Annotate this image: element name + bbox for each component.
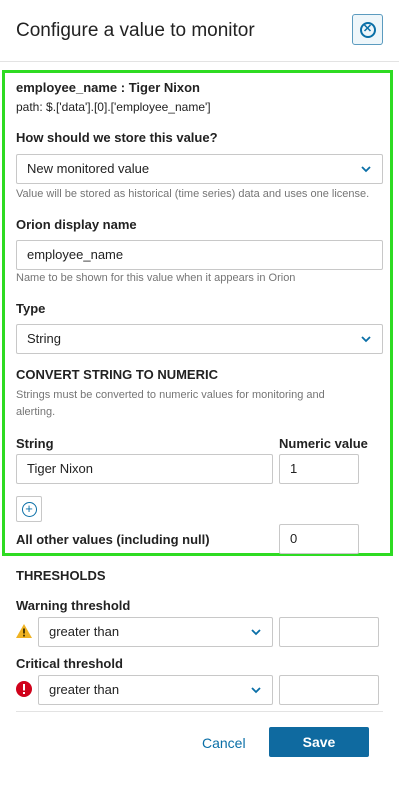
other-values-input[interactable]: 0 [279,524,359,554]
critical-icon [16,681,32,697]
warning-threshold-label: Warning threshold [16,598,131,613]
string-column-header: String [16,436,54,451]
type-label: Type [16,301,46,316]
storage-select-value: New monitored value [27,161,150,176]
warning-operator-value: greater than [49,624,120,639]
critical-operator-value: greater than [49,682,120,697]
close-icon: ✕ [359,21,376,38]
type-select-value: String [27,331,61,346]
header-divider [0,61,399,62]
storage-label: How should we store this value? [16,130,218,145]
property-path: path: $.['data'].[0].['employee_name'] [16,100,211,114]
storage-help: Value will be stored as historical (time… [16,188,370,200]
dialog-title: Configure a value to monitor [16,20,255,41]
warning-operator-select[interactable]: greater than [38,617,273,647]
display-name-label: Orion display name [16,217,137,232]
chevron-down-icon [251,629,261,636]
storage-select[interactable]: New monitored value [16,154,383,184]
add-mapping-button[interactable]: + [16,496,42,522]
numeric-input[interactable]: 1 [279,454,359,484]
warning-icon [16,624,32,638]
cancel-button[interactable]: Cancel [202,735,246,751]
warning-value-input[interactable] [279,617,379,647]
display-name-input[interactable]: employee_name [16,240,383,270]
other-values-label: All other values (including null) [16,532,210,547]
close-button[interactable]: ✕ [352,14,383,45]
type-select[interactable]: String [16,324,383,354]
property-name: employee_name : Tiger Nixon [16,80,200,95]
thresholds-heading: THRESHOLDS [16,568,106,583]
string-input[interactable]: Tiger Nixon [16,454,273,484]
chevron-down-icon [251,687,261,694]
save-button[interactable]: Save [269,727,369,757]
numeric-column-header: Numeric value [279,436,368,451]
chevron-down-icon [361,336,371,343]
footer-divider [16,711,383,712]
display-name-help: Name to be shown for this value when it … [16,272,296,284]
critical-threshold-label: Critical threshold [16,656,123,671]
plus-icon: + [21,501,37,517]
critical-operator-select[interactable]: greater than [38,675,273,705]
convert-help: Strings must be converted to numeric val… [16,389,325,418]
chevron-down-icon [361,166,371,173]
convert-heading: CONVERT STRING TO NUMERIC [16,367,218,382]
critical-value-input[interactable] [279,675,379,705]
